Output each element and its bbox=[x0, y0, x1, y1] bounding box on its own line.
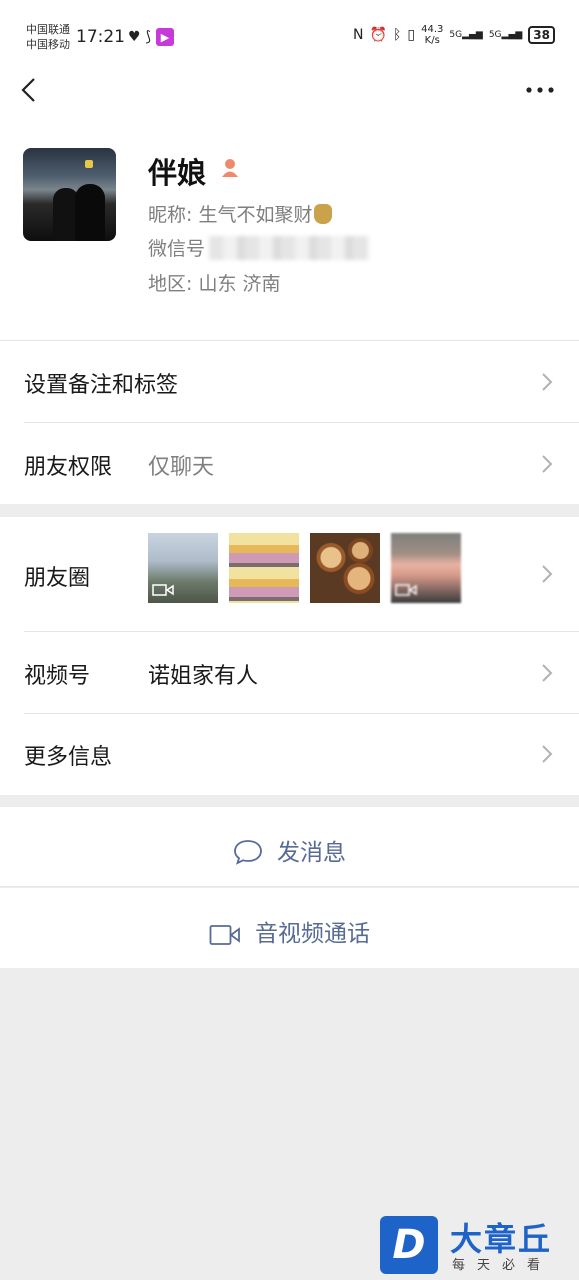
chat-bubble-icon bbox=[234, 840, 262, 865]
heart-icon: ♥ bbox=[128, 29, 141, 45]
carrier-names: 中国联通 中国移动 bbox=[26, 22, 70, 52]
watermark-subtitle: 每天必看 bbox=[452, 1258, 553, 1273]
system-icons: N ⏰ ᛒ ▯ 44.3 K/s 5G▂▄▆ 5G▂▄▆ 38 bbox=[353, 24, 555, 46]
remark-tags-row[interactable]: 设置备注和标签 bbox=[0, 341, 579, 422]
carrier-1: 中国联通 bbox=[26, 23, 70, 36]
chevron-right-icon bbox=[542, 565, 553, 583]
nfc-icon: N bbox=[353, 27, 364, 43]
channels-row[interactable]: 视频号 诺姐家有人 bbox=[0, 632, 579, 713]
video-app-icon: ▶ bbox=[156, 28, 175, 46]
notification-icons: ♥ ⟆ ▶ bbox=[128, 28, 175, 46]
watermark-logo: D bbox=[380, 1216, 438, 1274]
clock: 17:21 bbox=[76, 27, 125, 47]
wechat-id-label: 微信号 bbox=[148, 238, 206, 260]
avatar[interactable] bbox=[23, 148, 116, 241]
send-message-content: 发消息 bbox=[0, 833, 579, 867]
nickname-value: 生气不如聚财 bbox=[198, 204, 313, 226]
moments-thumbnail-2[interactable] bbox=[229, 533, 299, 603]
net-speed: 44.3 K/s bbox=[421, 24, 443, 46]
contact-name: 伴娘 bbox=[148, 156, 207, 190]
send-message-button[interactable]: 发消息 bbox=[0, 807, 579, 887]
alarm-icon: ⏰ bbox=[369, 27, 387, 43]
net-speed-unit: K/s bbox=[424, 35, 440, 46]
chevron-right-icon bbox=[542, 373, 553, 391]
video-icon bbox=[152, 584, 174, 596]
region-label: 地区: bbox=[148, 273, 199, 295]
female-icon bbox=[222, 159, 238, 177]
wechat-id-redacted bbox=[209, 236, 370, 260]
bluetooth-icon: ᛒ bbox=[392, 27, 402, 43]
video-camera-icon bbox=[209, 925, 240, 945]
moments-label: 朋友圈 bbox=[24, 566, 91, 591]
profile-header: 伴娘 昵称: 生气不如聚财 微信号 地区: 山东 济南 bbox=[0, 120, 579, 340]
signal-label-2: 5G bbox=[488, 30, 502, 40]
money-bag-icon bbox=[314, 204, 333, 224]
more-dots-icon bbox=[526, 87, 554, 93]
top-nav bbox=[0, 60, 579, 120]
moments-thumbnail-1[interactable] bbox=[148, 533, 218, 603]
more-options-button[interactable] bbox=[525, 82, 555, 98]
chevron-left-icon bbox=[21, 78, 35, 102]
video-call-label: 音视频通话 bbox=[255, 921, 370, 947]
chevron-right-icon bbox=[542, 664, 553, 682]
link-icon: ⟆ bbox=[145, 29, 152, 45]
signal-icon-2: 5G▂▄▆ bbox=[488, 30, 523, 40]
chevron-right-icon bbox=[542, 455, 553, 473]
send-message-label: 发消息 bbox=[277, 840, 346, 866]
moments-thumbnail-3[interactable] bbox=[310, 533, 380, 603]
channels-label: 视频号 bbox=[24, 664, 91, 689]
nickname-label: 昵称: bbox=[148, 204, 199, 226]
video-icon bbox=[395, 584, 417, 596]
chevron-right-icon bbox=[542, 745, 553, 763]
friend-permission-row[interactable]: 朋友权限 仅聊天 bbox=[0, 423, 579, 504]
vibrate-icon: ▯ bbox=[407, 27, 416, 43]
friend-permission-value: 仅聊天 bbox=[148, 455, 215, 480]
friend-permission-label: 朋友权限 bbox=[24, 455, 113, 480]
nickname-line: 昵称: 生气不如聚财 bbox=[148, 200, 333, 227]
video-call-content: 音视频通话 bbox=[0, 914, 579, 948]
avatar-figure-2 bbox=[75, 184, 105, 241]
remark-tags-label: 设置备注和标签 bbox=[24, 373, 179, 398]
carrier-2: 中国移动 bbox=[26, 38, 70, 51]
settings-group: 设置备注和标签 朋友权限 仅聊天 bbox=[0, 340, 579, 504]
status-bar: 中国联通 中国移动 17:21 ♥ ⟆ ▶ N ⏰ ᛒ ▯ 44.3 K/s 5… bbox=[0, 0, 579, 60]
divider bbox=[0, 886, 579, 887]
net-speed-value: 44.3 bbox=[421, 24, 444, 35]
more-info-label: 更多信息 bbox=[24, 745, 113, 770]
wechat-id-line: 微信号 bbox=[148, 234, 370, 261]
video-call-button[interactable]: 音视频通话 bbox=[0, 888, 579, 968]
avatar-lamp bbox=[85, 160, 93, 168]
back-button[interactable] bbox=[18, 74, 42, 106]
more-info-row[interactable]: 更多信息 bbox=[0, 714, 579, 795]
signal-icon-1: 5G▂▄▆ bbox=[449, 30, 483, 40]
moments-thumbnail-4[interactable] bbox=[391, 533, 461, 603]
battery-icon: 38 bbox=[528, 26, 555, 44]
region-value: 山东 济南 bbox=[198, 273, 281, 295]
channels-value: 诺姐家有人 bbox=[148, 664, 259, 689]
signal-label-1: 5G bbox=[449, 30, 463, 40]
info-group: 朋友圈 视频号 诺姐家有人 更多信息 bbox=[0, 517, 579, 795]
region-line: 地区: 山东 济南 bbox=[148, 269, 281, 296]
site-watermark: D 大章丘 每天必看 bbox=[380, 1212, 576, 1278]
moments-row[interactable]: 朋友圈 bbox=[0, 517, 579, 631]
